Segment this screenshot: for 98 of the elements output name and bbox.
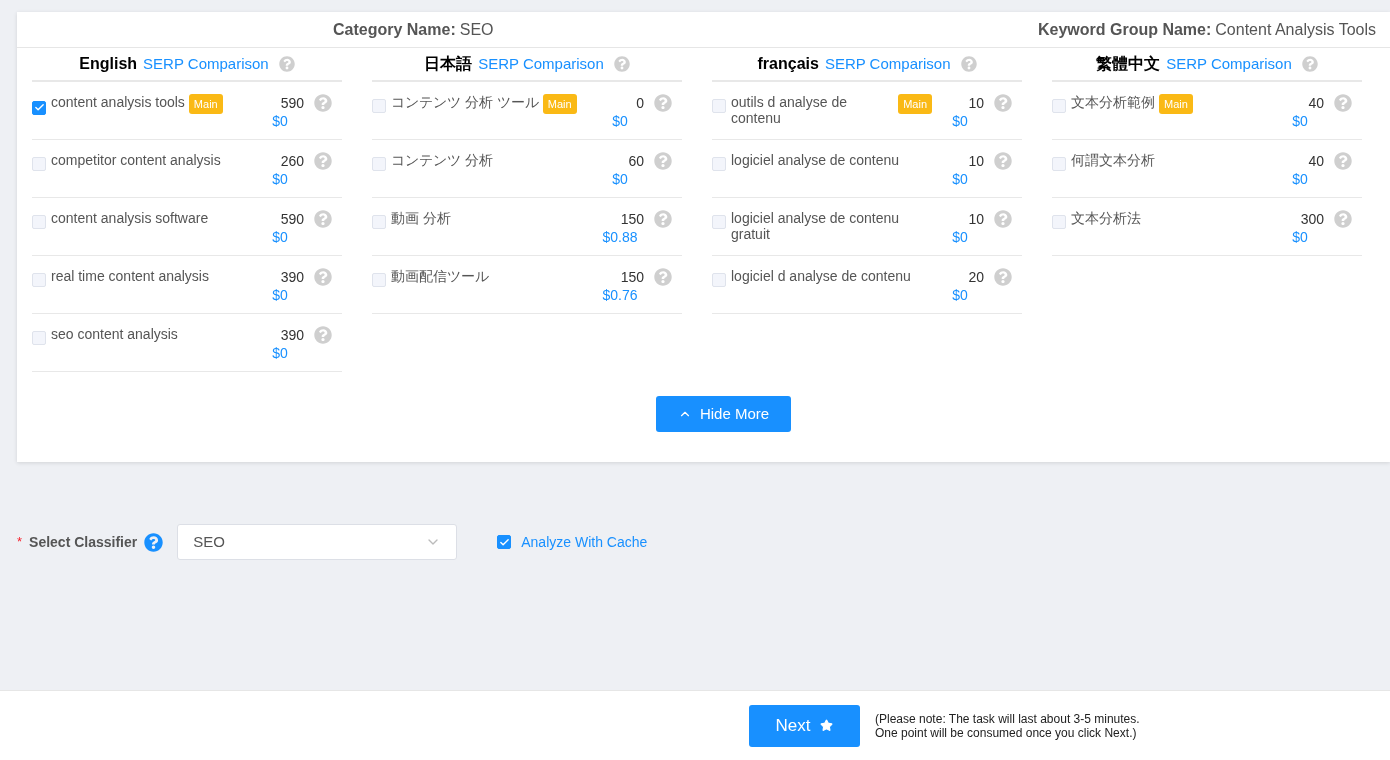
- cpc-value: $0: [271, 228, 289, 246]
- keyword-text: competitor content analysis: [51, 152, 221, 168]
- search-volume: 300: [1300, 210, 1324, 228]
- keyword-text: outils d analyse de contenu: [731, 94, 848, 126]
- search-volume: 10: [968, 152, 984, 170]
- cache-option-label[interactable]: Analyze With Cache: [521, 531, 648, 553]
- keyword-text: 何謂文本分析: [1071, 152, 1155, 168]
- main-badge: Main: [1159, 94, 1193, 114]
- cpc-value: $0: [951, 286, 969, 304]
- keyword-text: logiciel analyse de contenu: [731, 152, 900, 168]
- keyword-text: real time content analysis: [51, 268, 209, 284]
- help-icon[interactable]: [654, 94, 672, 112]
- cpc-value: $0: [951, 228, 969, 246]
- keyword-text: コンテンツ 分析 ツール: [391, 94, 539, 110]
- checkbox[interactable]: [32, 100, 46, 115]
- help-icon[interactable]: [278, 56, 295, 72]
- search-volume: 390: [280, 326, 304, 344]
- category-label: Category Name:: [333, 19, 456, 40]
- help-icon[interactable]: [654, 210, 672, 228]
- serp-comparison-link[interactable]: SERP Comparison: [478, 52, 604, 76]
- search-volume: 60: [628, 152, 644, 170]
- note-text: (Please note: The task will last about 3-5 minutes.: [875, 711, 1140, 726]
- help-icon[interactable]: [994, 268, 1012, 286]
- help-icon[interactable]: [994, 152, 1012, 170]
- help-icon[interactable]: [314, 326, 332, 344]
- cpc-value: $0: [1291, 112, 1309, 130]
- checkbox[interactable]: [497, 535, 512, 549]
- help-icon[interactable]: [654, 152, 672, 170]
- search-volume: 150: [620, 268, 644, 286]
- help-icon[interactable]: [1334, 94, 1352, 112]
- keyword-text: 動画 分析: [391, 210, 451, 226]
- cpc-value: $0: [1291, 228, 1309, 246]
- hide-more-button[interactable]: Hide More: [655, 396, 792, 432]
- cpc-value: $0: [611, 112, 629, 130]
- note-text: One point will be consumed once you click Next.): [875, 725, 1138, 740]
- language-title: English: [79, 54, 138, 74]
- help-icon[interactable]: [1334, 210, 1352, 228]
- help-icon[interactable]: [994, 94, 1012, 112]
- classifier-select[interactable]: SEO: [177, 524, 458, 560]
- help-icon[interactable]: [654, 268, 672, 286]
- star-icon: [820, 719, 834, 732]
- cpc-value: $0: [271, 170, 289, 188]
- search-volume: 590: [280, 210, 304, 228]
- help-icon[interactable]: [613, 56, 630, 72]
- check-icon: [33, 102, 45, 113]
- help-icon[interactable]: [314, 152, 332, 170]
- cpc-value: $0: [611, 170, 629, 188]
- search-volume: 590: [280, 94, 304, 112]
- search-volume: 150: [620, 210, 644, 228]
- search-volume: 40: [1308, 94, 1324, 112]
- main-badge: Main: [188, 94, 223, 114]
- category-value: SEO: [459, 19, 494, 40]
- cpc-value: $0: [271, 286, 289, 304]
- search-volume: 20: [968, 268, 984, 286]
- required-mark: *: [17, 533, 23, 552]
- search-volume: 10: [968, 94, 984, 112]
- keyword-text: コンテンツ 分析: [391, 152, 493, 168]
- search-volume: 40: [1308, 152, 1324, 170]
- cpc-value: $0.88: [601, 228, 639, 246]
- search-volume: 390: [280, 268, 304, 286]
- main-badge: Main: [898, 94, 932, 114]
- cpc-value: $0: [271, 344, 289, 362]
- help-icon[interactable]: [1334, 152, 1352, 170]
- language-title: 繁體中文: [1096, 54, 1161, 74]
- help-icon[interactable]: [1301, 56, 1318, 72]
- search-volume: 0: [636, 94, 644, 112]
- help-icon[interactable]: [994, 210, 1012, 228]
- search-volume: 260: [280, 152, 304, 170]
- cpc-value: $0: [951, 170, 969, 188]
- keyword-text: seo content analysis: [51, 326, 178, 342]
- check-icon: [498, 536, 510, 548]
- cpc-value: $0: [1291, 170, 1309, 188]
- cpc-value: $0: [271, 112, 289, 130]
- help-icon[interactable]: [960, 56, 977, 72]
- keyword-text: 文本分析範例: [1071, 94, 1155, 110]
- keyword-text: content analysis tools: [51, 94, 185, 110]
- serp-comparison-link[interactable]: SERP Comparison: [143, 52, 269, 76]
- keyword-text: logiciel analyse de contenu gratuit: [731, 210, 901, 242]
- next-button[interactable]: Next: [749, 704, 860, 747]
- cpc-value: $0: [951, 112, 969, 130]
- keyword-text: 文本分析法: [1071, 210, 1141, 226]
- help-icon[interactable]: [314, 268, 332, 286]
- classifier-label: Select Classifier: [29, 532, 138, 552]
- keyword-text: 動画配信ツール: [391, 268, 489, 284]
- group-value: Content Analysis Tools: [1215, 19, 1376, 40]
- main-badge: Main: [542, 94, 577, 114]
- keyword-text: content analysis software: [51, 210, 209, 226]
- cpc-value: $0.76: [601, 286, 639, 304]
- serp-comparison-link[interactable]: SERP Comparison: [824, 52, 951, 76]
- serp-comparison-link[interactable]: SERP Comparison: [1166, 52, 1292, 76]
- help-icon[interactable]: [314, 210, 332, 228]
- group-label: Keyword Group Name:: [1037, 19, 1212, 40]
- language-title: 日本語: [424, 54, 473, 74]
- help-icon[interactable]: [314, 94, 332, 112]
- search-volume: 10: [968, 210, 984, 228]
- help-icon[interactable]: [144, 532, 164, 552]
- keyword-text: logiciel d analyse de contenu: [731, 268, 911, 284]
- language-title: français: [757, 54, 819, 74]
